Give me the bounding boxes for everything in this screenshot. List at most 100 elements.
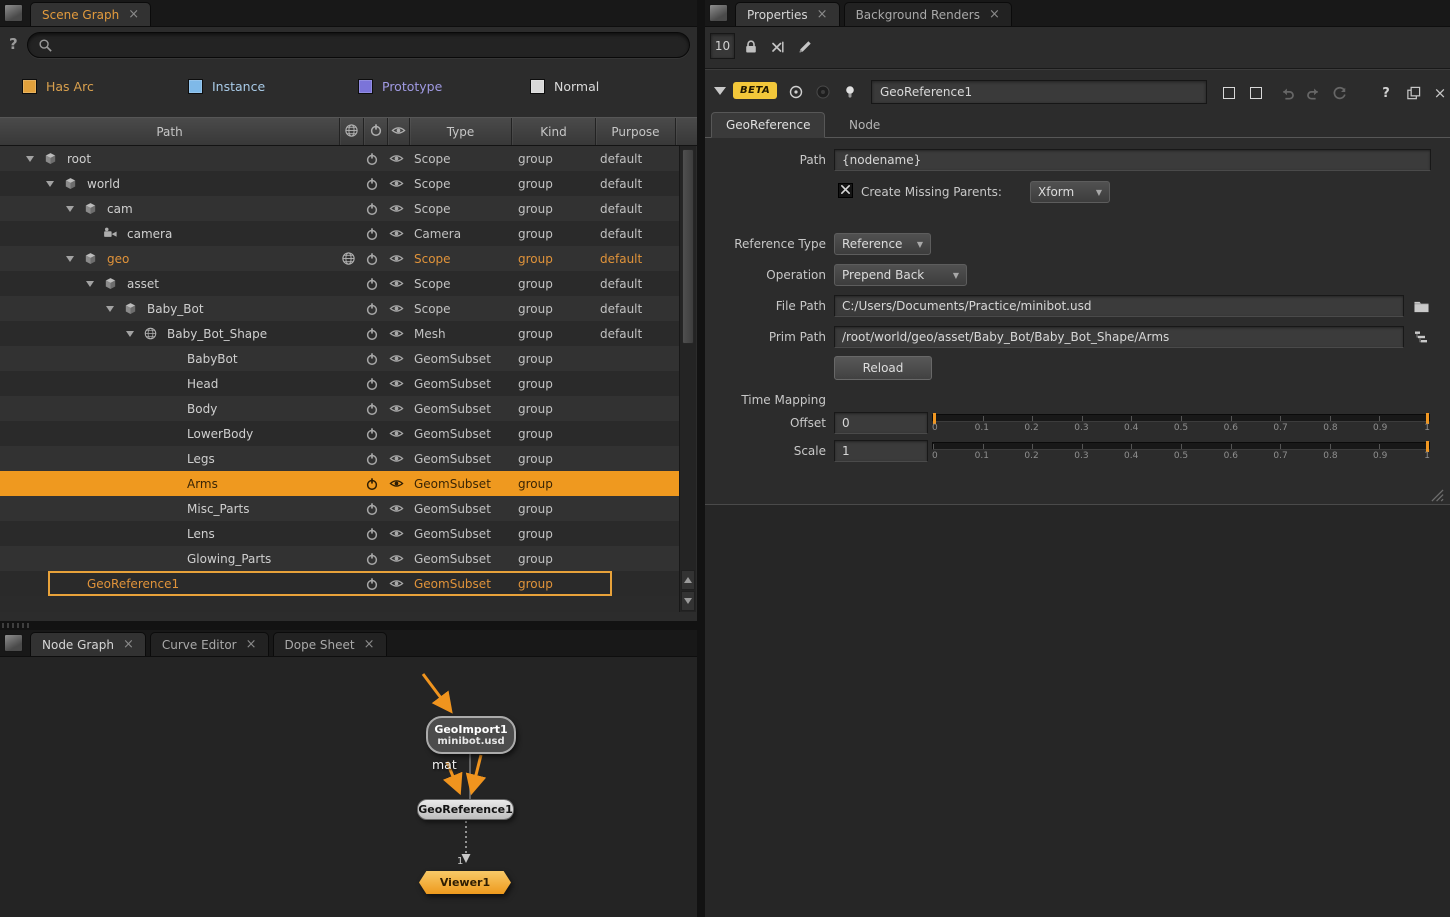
close-tab-icon[interactable]: × [128, 8, 139, 21]
unlink-icon[interactable] [767, 36, 789, 57]
node-graph-canvas[interactable]: GeoImport1 minibot.usd mat GeoReference1… [0, 658, 697, 917]
tab-georeference[interactable]: GeoReference [711, 112, 825, 138]
panel-option-b-icon[interactable] [1246, 83, 1266, 103]
column-header-arc[interactable] [340, 118, 364, 145]
power-icon[interactable] [364, 496, 380, 521]
expander-icon[interactable] [42, 181, 58, 187]
eye-icon[interactable] [388, 271, 404, 296]
scale-input[interactable]: 1 [834, 440, 928, 462]
column-header-visibility[interactable] [388, 118, 410, 145]
scene-graph-row-asset[interactable]: assetScopegroupdefault [0, 271, 679, 296]
expander-icon[interactable] [62, 256, 78, 262]
scene-graph-row-world[interactable]: worldScopegroupdefault [0, 171, 679, 196]
prim-path-input[interactable]: /root/world/geo/asset/Baby_Bot/Baby_Bot_… [834, 326, 1404, 348]
close-tab-icon[interactable]: × [817, 8, 828, 21]
scene-graph-scrollbar[interactable] [679, 146, 696, 612]
view-flag-icon[interactable] [785, 81, 807, 103]
column-header-kind[interactable]: Kind [512, 118, 596, 145]
power-icon[interactable] [364, 371, 380, 396]
close-tab-icon[interactable]: × [123, 638, 134, 651]
tab-scene-graph[interactable]: Scene Graph × [30, 2, 151, 26]
scrollbar-thumb[interactable] [682, 149, 694, 344]
offset-timeline[interactable]: 00.10.20.30.40.50.60.70.80.91 [932, 412, 1430, 438]
power-icon[interactable] [364, 521, 380, 546]
scene-graph-row-Glowing_Parts[interactable]: Glowing_PartsGeomSubsetgroup [0, 546, 679, 571]
reference-type-dropdown[interactable]: Reference▼ [834, 233, 931, 255]
expander-icon[interactable] [22, 156, 38, 162]
scene-graph-row-Baby_Bot[interactable]: Baby_BotScopegroupdefault [0, 296, 679, 321]
close-icon[interactable]: × [1430, 83, 1450, 103]
tab-background-renders[interactable]: Background Renders × [844, 2, 1012, 26]
panel-drag-handle-icon[interactable] [4, 634, 23, 652]
scroll-down-button[interactable] [681, 591, 695, 611]
column-header-type[interactable]: Type [410, 118, 512, 145]
eye-icon[interactable] [388, 146, 404, 171]
eye-icon[interactable] [388, 471, 404, 496]
reload-button[interactable]: Reload [834, 356, 932, 380]
offset-input[interactable]: 0 [834, 412, 928, 434]
power-icon[interactable] [364, 471, 380, 496]
power-icon[interactable] [364, 296, 380, 321]
eye-icon[interactable] [388, 446, 404, 471]
path-input[interactable]: {nodename} [834, 149, 1431, 171]
scene-graph-row-GeoReference1[interactable]: GeoReference1GeomSubsetgroup [0, 571, 679, 596]
operation-dropdown[interactable]: Prepend Back▼ [834, 264, 967, 286]
panel-drag-handle-icon[interactable] [709, 4, 728, 22]
eye-icon[interactable] [388, 421, 404, 446]
close-tab-icon[interactable]: × [364, 638, 375, 651]
eye-icon[interactable] [388, 546, 404, 571]
history-count-field[interactable]: 10 [710, 33, 735, 59]
power-icon[interactable] [364, 196, 380, 221]
scene-graph-row-Body[interactable]: BodyGeomSubsetgroup [0, 396, 679, 421]
power-icon[interactable] [364, 321, 380, 346]
power-icon[interactable] [364, 271, 380, 296]
close-tab-icon[interactable]: × [246, 638, 257, 651]
power-icon[interactable] [364, 346, 380, 371]
resize-grip-icon[interactable] [1431, 489, 1445, 503]
scene-graph-row-BabyBot[interactable]: BabyBotGeomSubsetgroup [0, 346, 679, 371]
power-icon[interactable] [364, 146, 380, 171]
scenegraph-pick-icon[interactable] [1408, 326, 1434, 348]
horizontal-splitter[interactable] [0, 621, 705, 630]
tab-curve-editor[interactable]: Curve Editor × [150, 632, 269, 656]
vertical-splitter[interactable] [697, 0, 705, 917]
scene-graph-search-input[interactable] [27, 32, 690, 58]
scene-graph-row-Legs[interactable]: LegsGeomSubsetgroup [0, 446, 679, 471]
panel-drag-handle-icon[interactable] [4, 4, 23, 22]
power-icon[interactable] [364, 446, 380, 471]
edit-pencil-icon[interactable] [794, 36, 816, 57]
column-header-purpose[interactable]: Purpose [596, 118, 676, 145]
tab-properties[interactable]: Properties × [735, 2, 840, 26]
scene-graph-row-LowerBody[interactable]: LowerBodyGeomSubsetgroup [0, 421, 679, 446]
power-icon[interactable] [364, 421, 380, 446]
eye-icon[interactable] [388, 171, 404, 196]
power-icon[interactable] [364, 171, 380, 196]
scale-timeline[interactable]: 00.10.20.30.40.50.60.70.80.91 [932, 440, 1430, 466]
eye-icon[interactable] [388, 571, 404, 596]
power-icon[interactable] [364, 221, 380, 246]
debug-flag-icon[interactable] [812, 81, 834, 103]
collapse-node-icon[interactable] [714, 87, 726, 95]
scene-graph-row-camera[interactable]: cameraCameragroupdefault [0, 221, 679, 246]
popout-icon[interactable] [1403, 83, 1423, 103]
create-missing-checkbox[interactable] [838, 183, 853, 198]
node-name-input[interactable]: GeoReference1 [871, 80, 1207, 104]
eye-icon[interactable] [388, 346, 404, 371]
eye-icon[interactable] [388, 321, 404, 346]
close-tab-icon[interactable]: × [989, 8, 1000, 21]
eye-icon[interactable] [388, 496, 404, 521]
help-icon[interactable]: ? [1376, 83, 1396, 103]
power-icon[interactable] [364, 546, 380, 571]
power-icon[interactable] [364, 571, 380, 596]
node-viewer1[interactable]: Viewer1 [419, 871, 511, 894]
eye-icon[interactable] [388, 521, 404, 546]
redo-icon[interactable] [1303, 83, 1323, 103]
expander-icon[interactable] [122, 331, 138, 337]
column-header-path[interactable]: Path [0, 118, 340, 145]
column-header-active[interactable] [364, 118, 388, 145]
scene-graph-row-Lens[interactable]: LensGeomSubsetgroup [0, 521, 679, 546]
tab-dope-sheet[interactable]: Dope Sheet × [273, 632, 387, 656]
eye-icon[interactable] [388, 296, 404, 321]
eye-icon[interactable] [388, 396, 404, 421]
power-icon[interactable] [364, 396, 380, 421]
